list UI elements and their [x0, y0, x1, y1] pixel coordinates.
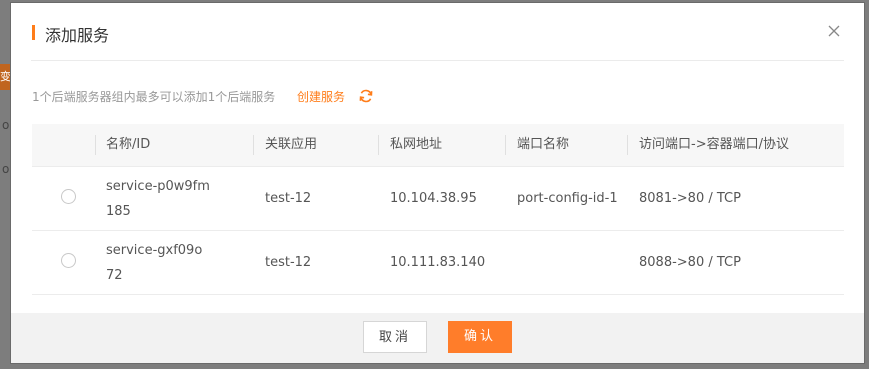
dialog-footer: 取消 确认 — [11, 313, 864, 363]
column-separator — [505, 135, 506, 155]
column-header-private-ip: 私网地址 — [390, 137, 443, 152]
service-id: 185 — [106, 204, 131, 219]
service-port-mapping: 8081->80 / TCP — [639, 191, 741, 206]
limit-hint: 1个后端服务器组内最多可以添加1个后端服务 — [32, 90, 276, 104]
column-separator — [253, 135, 254, 155]
refresh-icon[interactable] — [358, 88, 374, 104]
service-port-name: port-config-id-1 — [517, 191, 618, 206]
service-name: service-gxf09o — [106, 243, 203, 258]
row-radio[interactable] — [61, 189, 76, 204]
header-divider — [31, 60, 844, 61]
cancel-button[interactable]: 取消 — [363, 321, 427, 353]
service-port-mapping: 8088->80 / TCP — [639, 255, 741, 270]
row-radio[interactable] — [61, 253, 76, 268]
service-name: service-p0w9fm — [106, 179, 210, 194]
service-app: test-12 — [265, 255, 312, 270]
service-app: test-12 — [265, 191, 312, 206]
column-separator — [95, 135, 96, 155]
confirm-button[interactable]: 确认 — [448, 321, 512, 353]
service-id: 72 — [106, 268, 123, 283]
service-ip: 10.104.38.95 — [390, 191, 477, 206]
column-header-app: 关联应用 — [265, 137, 318, 152]
dialog-title: 添加服务 — [45, 26, 110, 45]
column-separator — [378, 135, 379, 155]
close-icon[interactable] — [825, 22, 843, 40]
create-service-link[interactable]: 创建服务 — [297, 88, 345, 105]
add-service-dialog: 添加服务 1个后端服务器组内最多可以添加1个后端服务 创建服务 名称/ID 关联… — [11, 3, 864, 363]
title-accent-bar — [32, 25, 35, 40]
table-header: 名称/ID 关联应用 私网地址 端口名称 访问端口->容器端口/协议 — [32, 124, 844, 167]
column-header-port-name: 端口名称 — [517, 137, 570, 152]
dialog-header: 添加服务 — [11, 3, 864, 61]
table-row[interactable]: service-gxf09o 72 test-12 10.111.83.140 … — [32, 231, 844, 295]
column-separator — [627, 135, 628, 155]
column-header-port-mapping: 访问端口->容器端口/协议 — [639, 137, 789, 152]
column-header-name-id: 名称/ID — [106, 137, 151, 152]
table-row[interactable]: service-p0w9fm 185 test-12 10.104.38.95 … — [32, 167, 844, 231]
service-ip: 10.111.83.140 — [390, 255, 486, 270]
